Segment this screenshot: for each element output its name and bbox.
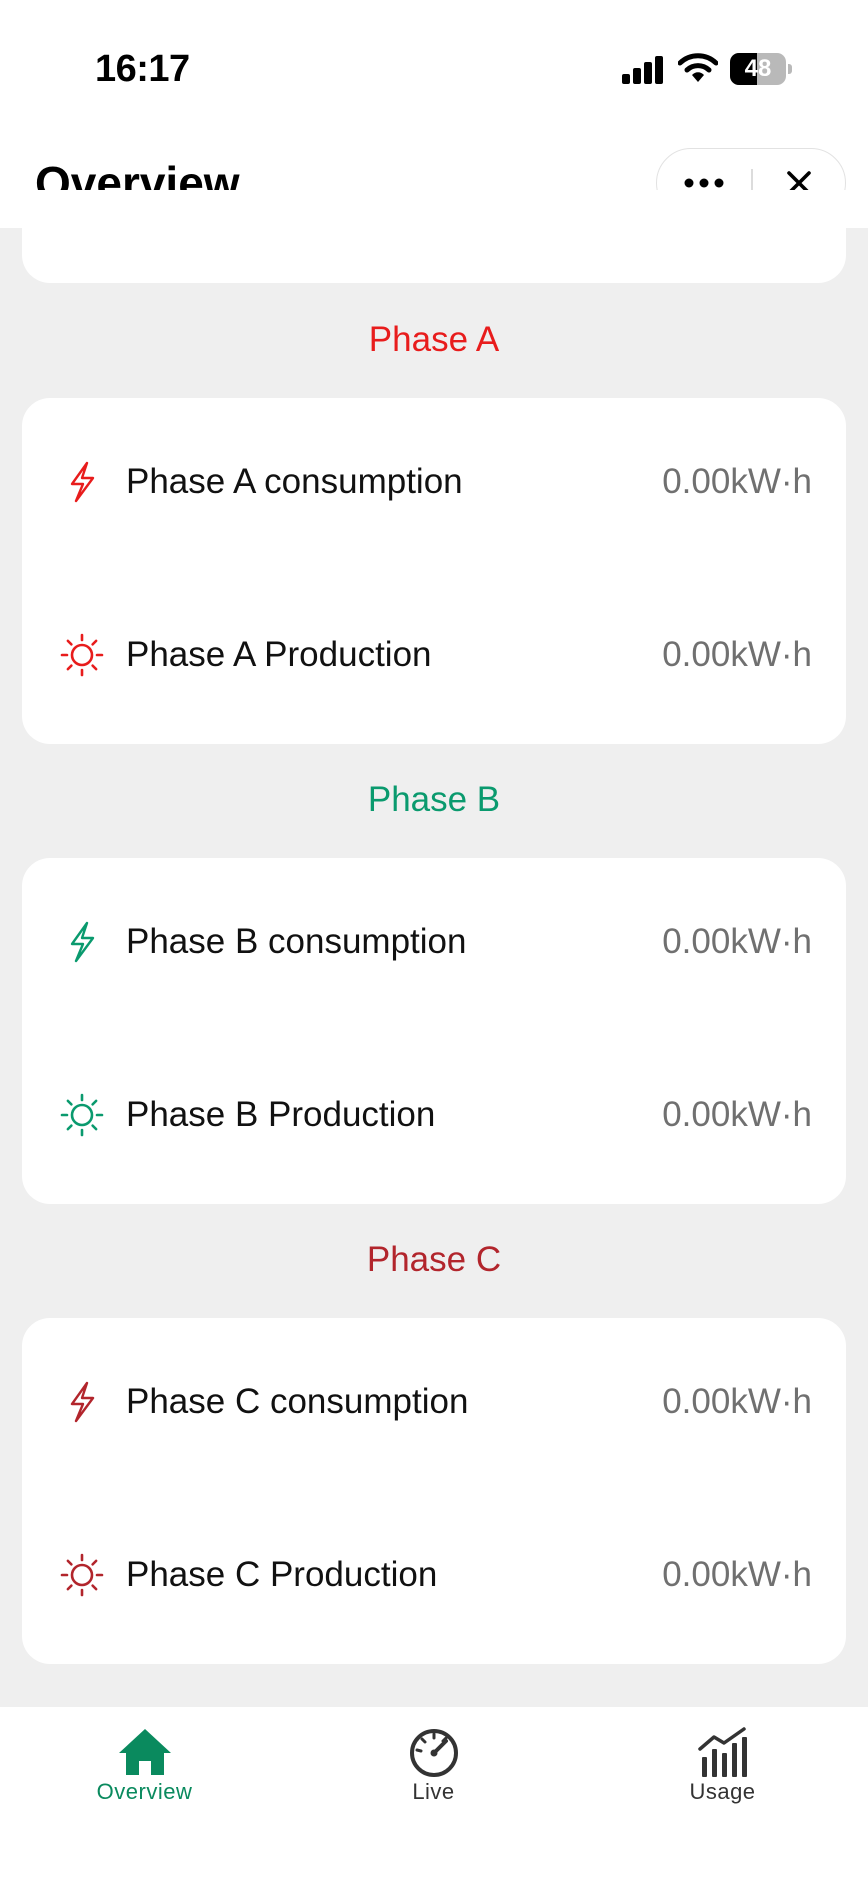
- sun-icon: [60, 1553, 104, 1597]
- tab-usage[interactable]: Usage: [578, 1707, 867, 1817]
- metric-label: Phase C Production: [126, 1555, 438, 1594]
- metric-label: Phase C consumption: [126, 1382, 469, 1421]
- tab-overview[interactable]: Overview: [0, 1707, 289, 1817]
- phase-c-card: Phase C consumption 0.00kW·h Phase C Produ…: [22, 1318, 846, 1664]
- gauge-icon: [410, 1729, 458, 1777]
- phase-b-production-row[interactable]: Phase B Production 0.00kW·h: [22, 1075, 846, 1155]
- metric-label: Phase B Production: [126, 1095, 436, 1134]
- tab-live[interactable]: Live: [289, 1707, 578, 1817]
- metric-label: Phase A consumption: [126, 462, 463, 501]
- phase-a-card: Phase A consumption 0.00kW·h Phase A Produ…: [22, 398, 846, 744]
- battery-level: 48: [744, 55, 772, 82]
- status-time: 16:17: [95, 48, 190, 90]
- lightning-icon: [70, 461, 95, 503]
- bar-chart-icon: [698, 1727, 747, 1777]
- metric-value: 0.00kW·h: [662, 1382, 812, 1421]
- phase-c-production-row[interactable]: Phase C Production 0.00kW·h: [22, 1535, 846, 1615]
- phase-b-card: Phase B consumption 0.00kW·h Phase B Produ…: [22, 858, 846, 1204]
- phase-a-consumption-row[interactable]: Phase A consumption 0.00kW·h: [22, 442, 846, 522]
- metric-value: 0.00kW·h: [662, 635, 812, 674]
- metric-value: 0.00kW·h: [662, 1555, 812, 1594]
- phase-c-title: Phase C: [366, 1240, 502, 1279]
- sun-icon: [60, 1093, 104, 1137]
- tab-overview-label: Overview: [96, 1779, 193, 1804]
- tab-live-label: Live: [412, 1779, 455, 1804]
- phase-b-consumption-row[interactable]: Phase B consumption 0.00kW·h: [22, 902, 846, 982]
- metric-label: Phase B consumption: [126, 922, 467, 961]
- phase-c-consumption-row[interactable]: Phase C consumption 0.00kW·h: [22, 1362, 846, 1442]
- lightning-icon: [70, 921, 95, 963]
- status-bar: 16:17 48: [0, 0, 868, 130]
- metric-value: 0.00kW·h: [662, 462, 812, 501]
- metric-value: 0.00kW·h: [662, 922, 812, 961]
- wifi-icon: [678, 53, 718, 82]
- phase-a-production-row[interactable]: Phase A Production 0.00kW·h: [22, 615, 846, 695]
- home-icon: [119, 1729, 171, 1775]
- sun-icon: [60, 633, 104, 677]
- summary-card: [22, 190, 846, 283]
- cellular-signal-icon: [622, 56, 663, 84]
- phase-a-title: Phase A: [368, 320, 500, 359]
- tab-usage-label: Usage: [689, 1779, 756, 1804]
- metric-label: Phase A Production: [126, 635, 432, 674]
- phase-b-title: Phase B: [367, 780, 501, 819]
- metric-value: 0.00kW·h: [662, 1095, 812, 1134]
- battery-icon: 48: [730, 53, 792, 85]
- lightning-icon: [70, 1381, 95, 1423]
- bottom-tab-bar: Overview Live Usage: [0, 1707, 868, 1887]
- more-dots-icon: [684, 178, 724, 188]
